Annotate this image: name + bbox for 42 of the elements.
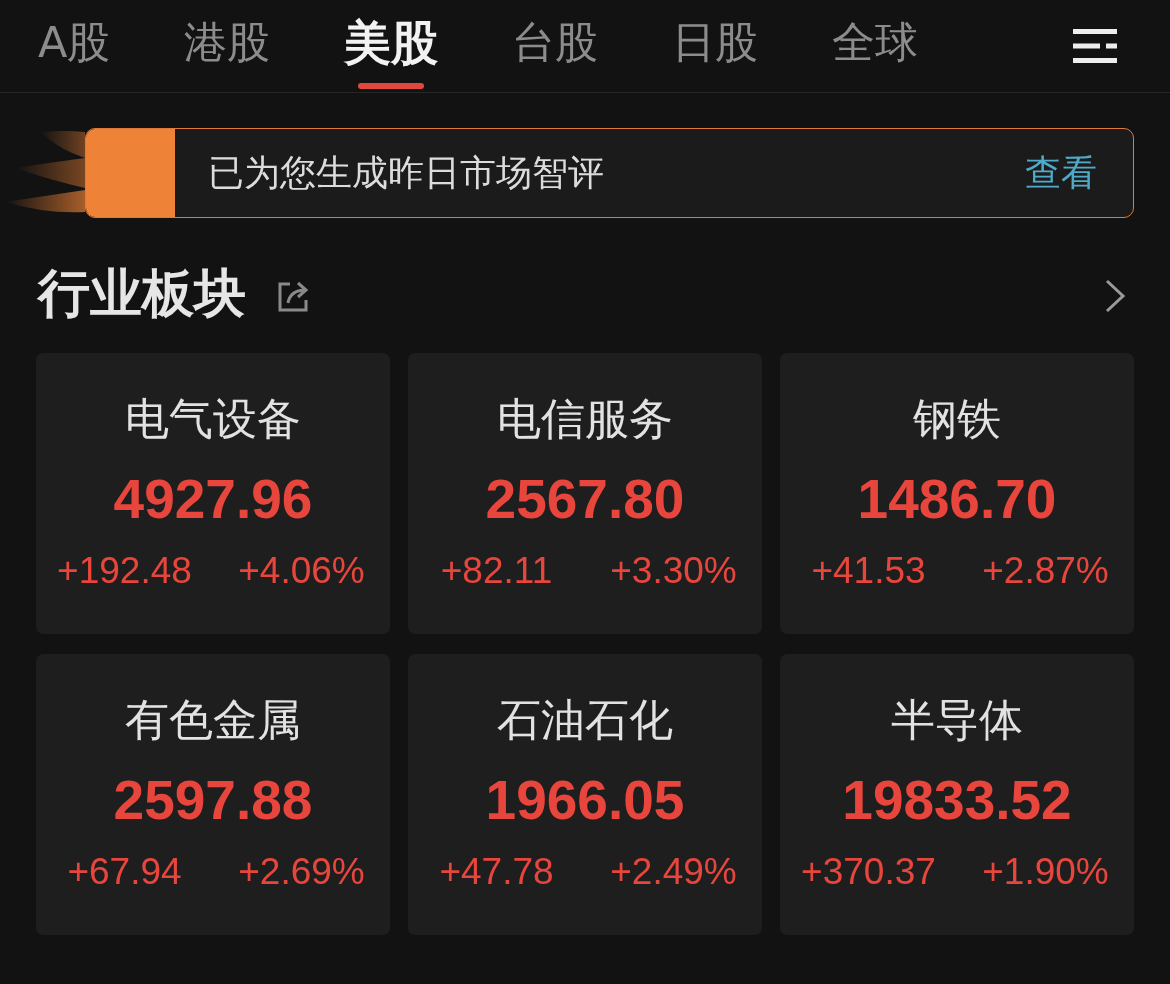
sector-change-percent: +2.49% [610,850,737,894]
sector-change-percent: +2.69% [238,850,365,894]
sector-change-percent: +4.06% [238,549,365,593]
sector-card[interactable]: 电气设备 4927.96 +192.48 +4.06% [36,353,390,634]
market-tab[interactable]: A股 [38,0,111,92]
sector-change: +47.78 [439,850,554,894]
sector-change-percent: +2.87% [982,549,1109,593]
sector-change-percent: +3.30% [610,549,737,593]
market-tab[interactable]: 台股 [512,0,599,92]
sector-card[interactable]: 半导体 19833.52 +370.37 +1.90% [780,654,1134,935]
market-tab[interactable]: 全球 [832,0,919,92]
sector-card[interactable]: 有色金属 2597.88 +67.94 +2.69% [36,654,390,935]
sector-change: +192.48 [57,549,192,593]
chevron-right-icon[interactable] [1104,279,1126,313]
sector-index-value: 2567.80 [485,467,685,531]
sector-name: 半导体 [891,693,1023,747]
banner-text: 已为您生成昨日市场智评 [207,150,605,195]
menu-icon[interactable] [1073,29,1117,63]
sector-name: 有色金属 [125,693,301,747]
section-title: 行业板块 [38,261,246,325]
sector-card[interactable]: 石油石化 1966.05 +47.78 +2.49% [408,654,762,935]
market-tab[interactable]: 美股 [344,0,439,92]
sector-name: 电信服务 [497,392,673,446]
sector-index-value: 1966.05 [485,768,685,832]
sector-index-value: 1486.70 [857,467,1057,531]
sector-name: 电气设备 [125,392,301,446]
sector-change: +370.37 [801,850,936,894]
sector-index-value: 19833.52 [842,768,1072,832]
sector-change: +67.94 [67,850,182,894]
sector-change: +41.53 [811,549,926,593]
market-tab[interactable]: 港股 [184,0,271,92]
market-tab[interactable]: 日股 [672,0,759,92]
sector-name: 钢铁 [913,392,1001,446]
sector-index-value: 2597.88 [113,768,313,832]
sector-index-value: 4927.96 [113,467,313,531]
sector-name: 石油石化 [497,693,673,747]
sector-card[interactable]: 钢铁 1486.70 +41.53 +2.87% [780,353,1134,634]
sector-change-percent: +1.90% [982,850,1109,894]
insight-banner[interactable]: 已为您生成昨日市场智评 查看 [85,128,1134,218]
sector-card[interactable]: 电信服务 2567.80 +82.11 +3.30% [408,353,762,634]
sector-change: +82.11 [440,549,553,593]
view-link[interactable]: 查看 [1025,129,1133,217]
